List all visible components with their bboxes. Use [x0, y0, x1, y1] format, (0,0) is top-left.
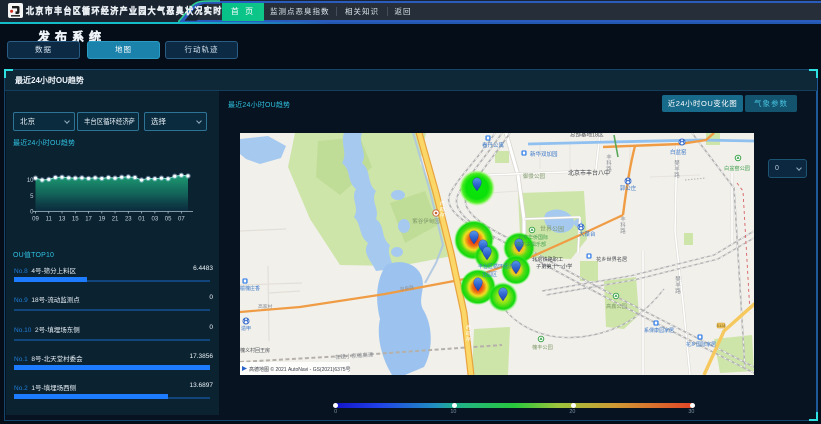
- svg-text:丰台区循环经济产: 丰台区循环经济产: [478, 263, 518, 270]
- svg-text:0: 0: [30, 210, 34, 216]
- svg-text:05: 05: [165, 217, 172, 223]
- svg-text:路: 路: [606, 165, 612, 173]
- svg-text:S328: S328: [717, 324, 726, 328]
- svg-text:花乡世界名居: 花乡世界名居: [596, 255, 627, 263]
- svg-text:榆槐庄香: 榆槐庄香: [240, 285, 260, 292]
- svg-text:北京市丰台八中: 北京市丰台八中: [568, 169, 610, 177]
- svg-text:路: 路: [674, 171, 680, 179]
- svg-text:花乡国际家居: 花乡国际家居: [686, 341, 716, 348]
- svg-text:子弟第十一小学: 子弟第十一小学: [536, 262, 572, 270]
- svg-text:13: 13: [59, 217, 66, 223]
- svg-text:23: 23: [125, 217, 132, 223]
- svg-text:丰: 丰: [620, 215, 626, 223]
- svg-text:高家村: 高家村: [258, 303, 273, 310]
- svg-text:御景公园: 御景公园: [523, 172, 546, 180]
- svg-text:15: 15: [72, 217, 79, 223]
- svg-text:19: 19: [98, 217, 105, 223]
- svg-text:07: 07: [178, 217, 185, 223]
- svg-text:科: 科: [606, 159, 612, 167]
- svg-text:槐丰公园: 槐丰公园: [532, 343, 553, 351]
- svg-text:北京铁路职工: 北京铁路职工: [532, 255, 563, 263]
- svg-text:10: 10: [27, 178, 34, 184]
- svg-text:羊: 羊: [674, 165, 680, 173]
- svg-text:羊: 羊: [675, 281, 681, 289]
- svg-text:紫谷伊甸园: 紫谷伊甸园: [412, 217, 440, 225]
- svg-text:21: 21: [112, 217, 119, 223]
- svg-text:新华双加园: 新华双加园: [530, 150, 558, 158]
- svg-text:路: 路: [675, 287, 681, 295]
- svg-text:业园区: 业园区: [482, 271, 497, 278]
- svg-text:5: 5: [30, 194, 34, 200]
- svg-text:槐义村回王房: 槐义村回王房: [240, 347, 270, 354]
- svg-text:丰: 丰: [606, 153, 612, 161]
- svg-text:高尔夫俱乐部: 高尔夫俱乐部: [516, 241, 546, 248]
- svg-text:白盆窑公园: 白盆窑公园: [724, 164, 750, 172]
- svg-text:系倮康园家居: 系倮康园家居: [644, 327, 674, 334]
- svg-text:白盆窑: 白盆窑: [670, 148, 687, 156]
- svg-text:世界公园: 世界公园: [540, 225, 564, 233]
- svg-text:大葆台: 大葆台: [579, 230, 596, 238]
- svg-text:03: 03: [151, 217, 158, 223]
- svg-text:看丹公寓: 看丹公寓: [482, 141, 505, 149]
- svg-text:09: 09: [32, 217, 39, 223]
- svg-text:郭公庄: 郭公庄: [620, 184, 637, 192]
- svg-text:樊: 樊: [675, 275, 681, 283]
- svg-text:路: 路: [620, 227, 626, 235]
- svg-text:北京华侨国际: 北京华侨国际: [518, 234, 548, 241]
- svg-text:高鑫公园: 高鑫公园: [606, 302, 627, 310]
- svg-text:总部基地18区: 总部基地18区: [570, 133, 604, 139]
- svg-text:高德地图 © 2021 AutoNavi - GS(2021: 高德地图 © 2021 AutoNavi - GS(2021)6375号: [249, 366, 351, 373]
- svg-text:17: 17: [85, 217, 92, 223]
- svg-text:樊: 樊: [674, 159, 680, 167]
- svg-text:11: 11: [46, 217, 53, 223]
- svg-text:科: 科: [620, 221, 626, 229]
- svg-text:01: 01: [138, 217, 145, 223]
- svg-text:造甲: 造甲: [241, 325, 251, 332]
